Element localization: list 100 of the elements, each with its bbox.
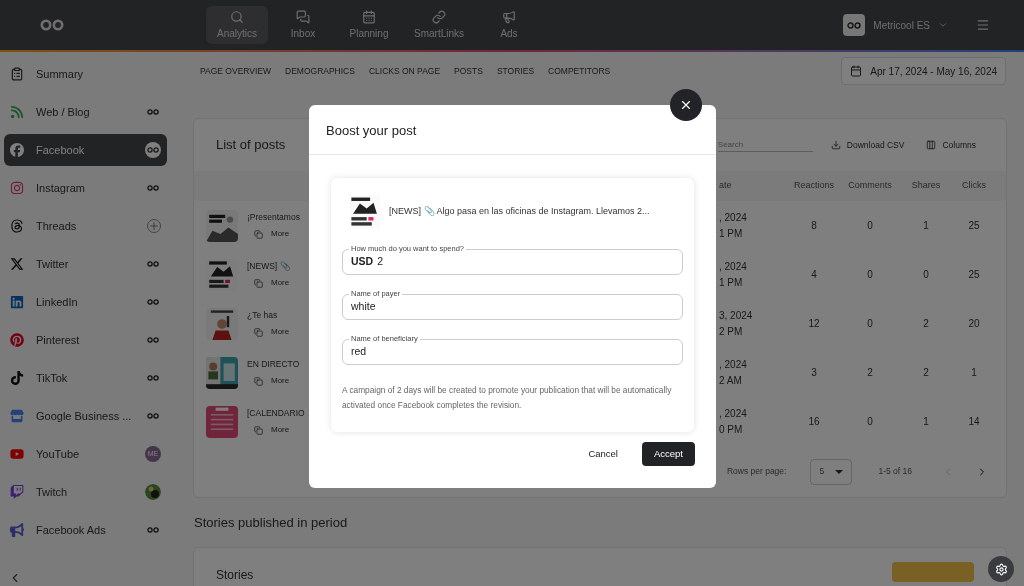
download-csv-button[interactable]: Download CSV (830, 138, 905, 152)
date-text: , 2024 (719, 259, 748, 274)
section-tab[interactable]: STORIES (496, 64, 535, 78)
accept-button[interactable]: Accept (641, 442, 695, 466)
copy-icon (254, 229, 263, 239)
more-button[interactable]: More (254, 375, 300, 388)
copy-icon (254, 278, 263, 288)
rows-per-page-select[interactable]: 5 (810, 458, 853, 485)
logo-icon (147, 299, 159, 305)
sidebar-item[interactable]: Instagram (4, 172, 167, 204)
nav-tab[interactable]: Analytics (206, 6, 268, 44)
logo-icon (147, 147, 159, 153)
date-text: 1 PM (719, 226, 744, 241)
cancel-button[interactable]: Cancel (580, 442, 626, 466)
logo-icon (147, 109, 159, 115)
sidebar-item[interactable]: Google Business ... (4, 400, 167, 432)
menu-icon[interactable] (976, 18, 990, 32)
youtube-icon (10, 447, 24, 461)
section-tab[interactable]: COMPETITORS (548, 64, 611, 78)
sidebar-item[interactable]: Pinterest (4, 324, 167, 356)
x-icon (10, 257, 24, 271)
date-range-picker[interactable]: Apr 17, 2024 - May 16, 2024 (841, 57, 1006, 85)
date-text: 1 PM (719, 275, 744, 290)
megaphone-icon (10, 523, 24, 537)
clipboard-icon (10, 67, 24, 81)
post-text: [CALENDARIO (247, 406, 305, 420)
sidebar-item[interactable]: Summary (4, 58, 167, 90)
account-switcher[interactable]: Metricool ES (843, 14, 948, 36)
twitch-icon (10, 485, 24, 499)
section-tab[interactable]: POSTS (454, 64, 483, 78)
instagram-icon (10, 181, 24, 195)
more-button[interactable]: More (254, 424, 305, 437)
table-cell-text: 12 (807, 317, 821, 331)
section-tab[interactable]: DEMOGRAPHICS (285, 64, 355, 78)
date-text: 2 AM (719, 373, 743, 388)
field-value: red (351, 344, 367, 360)
table-cell-text: 1 (922, 415, 930, 429)
column-header: ate (719, 179, 733, 193)
page-range: 1-5 of 16 (878, 465, 912, 478)
chevron-down-icon (938, 20, 948, 30)
action-button[interactable] (892, 561, 974, 582)
table-cell-text: 14 (967, 415, 981, 429)
more-button[interactable]: More (254, 326, 290, 339)
sidebar-item[interactable]: Facebook (4, 134, 167, 166)
table-cell-text: 3 (810, 366, 818, 380)
close-button[interactable] (670, 89, 702, 121)
date-text: , 2024 (719, 357, 748, 372)
column-header: Reactions (793, 179, 835, 193)
nav-tab[interactable]: SmartLinks (404, 6, 474, 44)
logo-icon (147, 185, 159, 191)
column-header: Comments (847, 179, 893, 193)
sidebar-item[interactable]: Web / Blog (4, 96, 167, 128)
close-icon (679, 98, 693, 112)
table-cell-text: 0 (866, 415, 874, 429)
sidebar-item[interactable]: TikTok (4, 362, 167, 394)
date-text: , 2024 (719, 406, 748, 421)
sidebar-item[interactable]: LinkedIn (4, 286, 167, 318)
columns-icon (926, 140, 937, 150)
table-cell-text: 0 (866, 317, 874, 331)
table-cell-text: 0 (866, 219, 874, 233)
column-header: Clicks (961, 179, 987, 193)
linkedin-icon (10, 295, 24, 309)
column-header: Shares (910, 179, 942, 193)
date-text: 0 PM (719, 422, 744, 437)
table-cell-text: 4 (810, 268, 818, 282)
table-cell-text: 1 (970, 366, 978, 380)
columns-button[interactable]: Columns (926, 138, 976, 152)
pinterest-icon (10, 333, 24, 347)
settings-icon (994, 562, 1008, 576)
sidebar-item[interactable]: Threads (4, 210, 167, 242)
copy-icon (254, 376, 263, 386)
more-button[interactable]: More (254, 228, 300, 241)
tiktok-icon (10, 371, 24, 385)
sidebar-item[interactable]: Twitch (4, 476, 167, 508)
table-cell-text: 2 (922, 366, 930, 380)
section-tab[interactable]: PAGE OVERVIEW (200, 64, 271, 78)
table-cell-text: 0 (922, 268, 930, 282)
date-text: , 2024 (719, 210, 748, 225)
logo-icon (147, 375, 159, 381)
settings-button[interactable] (988, 556, 1014, 582)
card-title: Stories (216, 566, 254, 584)
magnifier-icon (230, 9, 244, 24)
calendar-icon (362, 9, 376, 24)
more-button[interactable]: More (254, 277, 291, 290)
logo-icon (147, 337, 159, 343)
facebook-icon (10, 143, 24, 157)
field-value: white (351, 299, 376, 315)
nav-tab[interactable]: Ads (478, 6, 540, 44)
megaphone-icon (502, 9, 516, 24)
section-tab[interactable]: CLICKS ON PAGE (368, 64, 441, 78)
post-text: [NEWS] 📎 Algo pasa en las oficinas de Instagram. Llevamos 2... (389, 205, 650, 219)
table-cell-text: 16 (807, 415, 821, 429)
sidebar-item[interactable]: Facebook Ads (4, 514, 167, 546)
table-cell-text: 25 (967, 268, 981, 282)
link-icon (432, 9, 446, 24)
post-text: EN DIRECTO (247, 357, 300, 371)
sidebar-item[interactable]: Twitter (4, 248, 167, 280)
chat-bubbles-icon (296, 9, 310, 24)
nav-tab[interactable]: Planning (338, 6, 400, 44)
nav-tab[interactable]: Inbox (272, 6, 334, 44)
